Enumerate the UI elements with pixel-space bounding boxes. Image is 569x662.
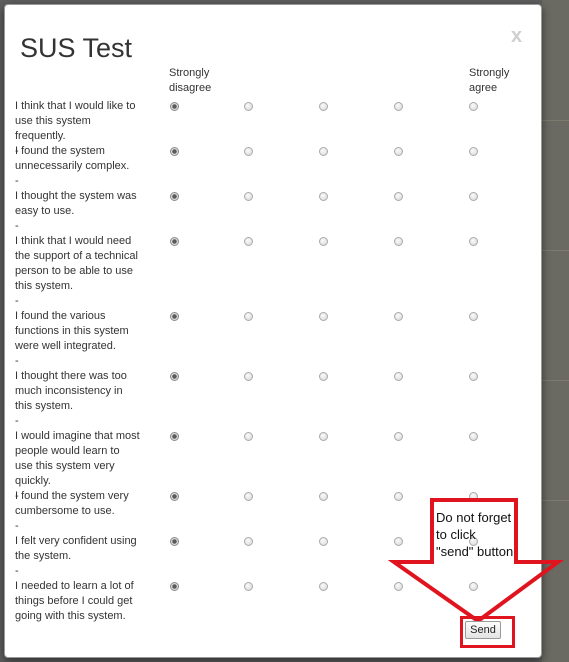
question-separator: - bbox=[15, 415, 19, 427]
rating-radio-5[interactable] bbox=[469, 312, 478, 321]
question-separator: - bbox=[15, 220, 19, 232]
rating-radio-1[interactable] bbox=[170, 147, 179, 156]
scale-low-label: Strongly disagree bbox=[169, 67, 212, 94]
close-icon[interactable]: x bbox=[511, 25, 522, 48]
send-button[interactable]: Send bbox=[465, 621, 501, 639]
rating-radio-3[interactable] bbox=[319, 147, 328, 156]
map-backdrop bbox=[542, 0, 569, 662]
rating-radio-4[interactable] bbox=[394, 102, 403, 111]
rating-radio-3[interactable] bbox=[319, 492, 328, 501]
rating-radio-5[interactable] bbox=[469, 372, 478, 381]
rating-radio-4[interactable] bbox=[394, 312, 403, 321]
rating-radio-3[interactable] bbox=[319, 582, 328, 591]
question-separator: - bbox=[15, 175, 19, 187]
rating-radio-2[interactable] bbox=[244, 312, 253, 321]
rating-radio-2[interactable] bbox=[244, 492, 253, 501]
question-separator: - bbox=[15, 565, 19, 577]
rating-radio-3[interactable] bbox=[319, 102, 328, 111]
rating-radio-2[interactable] bbox=[244, 147, 253, 156]
question-label: I would imagine that most people would l… bbox=[15, 430, 140, 487]
question-text: I found the system very cumbersome to us… bbox=[15, 489, 140, 534]
rating-radio-2[interactable] bbox=[244, 582, 253, 591]
question-label: I think that I would need the support of… bbox=[15, 235, 138, 292]
rating-radio-5[interactable] bbox=[469, 192, 478, 201]
question-label: I found the various functions in this sy… bbox=[15, 310, 129, 352]
question-text: I found the various functions in this sy… bbox=[15, 309, 140, 369]
rating-radio-2[interactable] bbox=[244, 102, 253, 111]
rating-radio-3[interactable] bbox=[319, 372, 328, 381]
rating-radio-2[interactable] bbox=[244, 372, 253, 381]
rating-radio-4[interactable] bbox=[394, 537, 403, 546]
rating-radio-4[interactable] bbox=[394, 372, 403, 381]
rating-radio-4[interactable] bbox=[394, 147, 403, 156]
rating-radio-3[interactable] bbox=[319, 312, 328, 321]
rating-radio-1[interactable] bbox=[170, 237, 179, 246]
rating-radio-5[interactable] bbox=[469, 102, 478, 111]
question-text: I felt very confident using the system. - bbox=[15, 534, 140, 579]
question-label: I needed to learn a lot of things before… bbox=[15, 580, 134, 622]
rating-radio-1[interactable] bbox=[170, 312, 179, 321]
question-label: I felt very confident using the system. bbox=[15, 535, 137, 562]
annotation-note: Do not forget to click "send" button bbox=[436, 510, 514, 559]
rating-radio-5[interactable] bbox=[469, 582, 478, 591]
question-label: I thought there was too much inconsisten… bbox=[15, 370, 127, 412]
rating-radio-1[interactable] bbox=[170, 537, 179, 546]
rating-radio-4[interactable] bbox=[394, 492, 403, 501]
rating-radio-2[interactable] bbox=[244, 432, 253, 441]
question-text: I thought the system was easy to use. - bbox=[15, 189, 140, 234]
rating-radio-3[interactable] bbox=[319, 237, 328, 246]
rating-radio-2[interactable] bbox=[244, 237, 253, 246]
rating-radio-3[interactable] bbox=[319, 432, 328, 441]
rating-radio-5[interactable] bbox=[469, 237, 478, 246]
dialog-title: SUS Test bbox=[20, 33, 133, 63]
question-separator: - bbox=[15, 295, 19, 307]
question-text: I think that I would need the support of… bbox=[15, 234, 140, 309]
question-separator: - bbox=[15, 355, 19, 367]
rating-radio-5[interactable] bbox=[469, 147, 478, 156]
question-label: I think that I would like to use this sy… bbox=[15, 100, 136, 142]
rating-radio-4[interactable] bbox=[394, 432, 403, 441]
rating-radio-5[interactable] bbox=[469, 492, 478, 501]
rating-radio-4[interactable] bbox=[394, 192, 403, 201]
rating-radio-1[interactable] bbox=[170, 192, 179, 201]
rating-radio-3[interactable] bbox=[319, 192, 328, 201]
rating-radio-1[interactable] bbox=[170, 492, 179, 501]
rating-radio-2[interactable] bbox=[244, 192, 253, 201]
rating-radio-1[interactable] bbox=[170, 102, 179, 111]
rating-radio-1[interactable] bbox=[170, 432, 179, 441]
scale-high-label: Strongly agree bbox=[469, 67, 510, 94]
rating-radio-4[interactable] bbox=[394, 582, 403, 591]
question-text: I thought there was too much inconsisten… bbox=[15, 369, 140, 429]
question-text: I found the system unnecessarily complex… bbox=[15, 144, 140, 189]
rating-radio-1[interactable] bbox=[170, 372, 179, 381]
question-separator: - bbox=[15, 520, 19, 532]
rating-radio-2[interactable] bbox=[244, 537, 253, 546]
rating-radio-3[interactable] bbox=[319, 537, 328, 546]
rating-radio-1[interactable] bbox=[170, 582, 179, 591]
question-label: I thought the system was easy to use. bbox=[15, 190, 137, 217]
rating-radio-5[interactable] bbox=[469, 432, 478, 441]
rating-radio-4[interactable] bbox=[394, 237, 403, 246]
question-label: I found the system very cumbersome to us… bbox=[15, 490, 129, 517]
question-label: I found the system unnecessarily complex… bbox=[15, 145, 130, 172]
question-text: I needed to learn a lot of things before… bbox=[15, 579, 140, 624]
